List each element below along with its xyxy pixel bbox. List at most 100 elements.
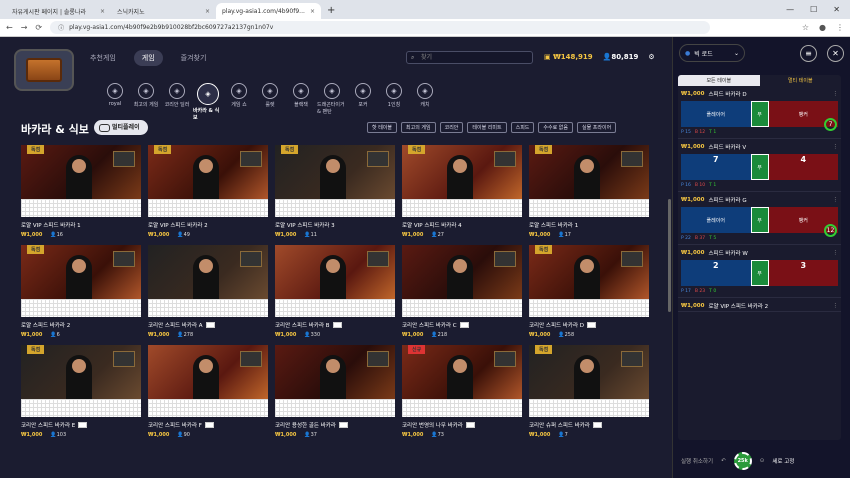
table-thumbnail[interactable] (402, 245, 522, 299)
filter-chip[interactable]: 테이블 리미트 (467, 122, 507, 133)
filter-chip[interactable]: 핫 테이블 (367, 122, 397, 133)
category-item[interactable]: ◈ 게임 쇼 (224, 83, 254, 121)
multiplay-toggle[interactable]: 멀티플레이 (94, 120, 148, 135)
table-thumbnail[interactable]: 독점 (402, 145, 522, 199)
filter-chip[interactable]: 코리안 (439, 122, 464, 133)
table-thumbnail[interactable]: 독점 (529, 245, 649, 299)
table-card[interactable]: 독점 로얄 스피드 바카라 2 ₩1,000 👤6 (21, 245, 141, 345)
player-bet-area[interactable]: 플레이어 (681, 207, 751, 233)
filter-chip[interactable]: 실물 프라이어 (577, 122, 617, 133)
player-bet-area[interactable]: 플레이어 (681, 101, 751, 127)
table-thumbnail[interactable]: 독점 (529, 145, 649, 199)
nav-favorites[interactable]: 즐겨찾기 (173, 50, 215, 66)
site-logo[interactable] (14, 49, 74, 91)
table-thumbnail[interactable] (275, 345, 395, 399)
search-input[interactable]: ⌕ 찾기 (406, 51, 533, 64)
table-thumbnail[interactable]: 신규 (402, 345, 522, 399)
profile-icon[interactable]: ● (819, 23, 826, 32)
lock-icon[interactable]: ⊙ (760, 458, 765, 464)
banker-bet-area[interactable]: 3 (768, 260, 838, 286)
road-select[interactable]: ● 빅 로드 ⌄ (679, 44, 745, 62)
table-thumbnail[interactable]: 독점 (21, 145, 141, 199)
banker-bet-area[interactable]: 4 (768, 154, 838, 180)
close-icon[interactable]: × (310, 8, 315, 15)
reload-icon[interactable]: ⟳ (35, 23, 42, 32)
browser-tab-active[interactable]: play.vg-asia1.com/4b90f9... × (216, 3, 321, 19)
table-card[interactable]: 독점 코리안 스피드 바카라 D ₩1,000 👤258 (529, 245, 649, 345)
close-icon[interactable]: × (100, 8, 105, 15)
settings-icon[interactable]: ⚙ (648, 53, 654, 61)
table-thumbnail[interactable] (275, 245, 395, 299)
category-item[interactable]: ◈ 최고의 게임 (131, 83, 161, 121)
table-thumbnail[interactable] (148, 345, 268, 399)
close-icon[interactable]: ✕ (827, 44, 844, 62)
table-card[interactable]: 코리안 스피드 바카라 F ₩1,000 👤90 (148, 345, 268, 445)
table-card[interactable]: 독점 로얄 VIP 스피드 바카라 2 ₩1,000 👤49 (148, 145, 268, 245)
sidebar-row[interactable]: ₩1,000 로얄 VIP 스피드 바카라 2 ⋮ (678, 298, 841, 312)
tie-bet-area[interactable]: 무 (750, 101, 769, 127)
table-card[interactable]: 코리안 스피드 바카라 C ₩1,000 👤218 (402, 245, 522, 345)
sidebar-row[interactable]: ₩1,000 스피드 바카라 W ⋮ 2 무 3 P 17 B 23 T 0 (678, 245, 841, 298)
filter-chip[interactable]: 수수료 없음 (538, 122, 574, 133)
table-card[interactable]: 독점 로얄 VIP 스피드 바카라 3 ₩1,000 👤11 (275, 145, 395, 245)
more-icon[interactable]: ⋮ (833, 91, 839, 97)
category-item[interactable]: ◈ 코리안 딜러 (162, 83, 192, 121)
table-card[interactable]: 코리안 용성한 골든 바카라 ₩1,000 👤37 (275, 345, 395, 445)
back-icon[interactable]: ← (6, 23, 13, 32)
category-item[interactable]: ◈ 룰렛 (255, 83, 285, 121)
table-card[interactable]: 독점 로얄 스피드 바카라 1 ₩1,000 👤17 (529, 145, 649, 245)
url-field[interactable]: ⓘ play.vg-asia1.com/4b90f9e2b9b910028bf2b… (50, 21, 711, 34)
filter-chip[interactable]: 최고의 게임 (401, 122, 436, 133)
player-bet-area[interactable]: 2 (681, 260, 751, 286)
category-item[interactable]: ◈ 드래곤타이거 & 팬탄 (317, 83, 347, 121)
sidebar-row[interactable]: ₩1,000 스피드 바카라 G ⋮ 플레이어 무 뱅커 P 22 B 37 T 5 12 (678, 192, 841, 245)
undo-icon[interactable]: ↶ (721, 458, 726, 464)
table-card[interactable]: 코리안 스피드 바카라 A ₩1,000 👤278 (148, 245, 268, 345)
table-thumbnail[interactable]: 독점 (275, 145, 395, 199)
table-card[interactable]: 독점 코리안 스피드 바카라 E ₩1,000 👤103 (21, 345, 141, 445)
browser-tab[interactable]: 자유게시판 페이지 | 솔롱나라 × (6, 3, 111, 19)
minimize-icon[interactable]: — (786, 5, 794, 14)
table-card[interactable]: 코리안 스피드 바카라 B ₩1,000 👤330 (275, 245, 395, 345)
table-card[interactable]: 독점 코리안 슈퍼 스피드 바카라 ₩1,000 👤7 (529, 345, 649, 445)
category-item[interactable]: ◈ 포커 (348, 83, 378, 121)
more-icon[interactable]: ⋮ (833, 144, 839, 150)
tie-bet-area[interactable]: 무 (750, 260, 769, 286)
plus-icon[interactable]: + (321, 3, 341, 19)
player-bet-area[interactable]: 7 (681, 154, 751, 180)
nav-recommended[interactable]: 추천게임 (82, 50, 124, 66)
more-icon[interactable]: ⋮ (836, 23, 844, 32)
table-card[interactable]: 독점 로얄 VIP 스피드 바카라 4 ₩1,000 👤27 (402, 145, 522, 245)
more-icon[interactable]: ⋮ (833, 250, 839, 256)
more-icon[interactable]: ⋮ (833, 303, 839, 309)
category-item[interactable]: ◈ 바카라 & 식보 (193, 83, 223, 121)
maximize-icon[interactable]: ☐ (810, 5, 817, 14)
star-icon[interactable]: ☆ (802, 23, 809, 32)
sidebar-row[interactable]: ₩1,000 스피드 바카라 V ⋮ 7 무 4 P 16 B 10 T 1 (678, 139, 841, 192)
table-thumbnail[interactable]: 독점 (21, 245, 141, 299)
close-icon[interactable]: × (205, 8, 210, 15)
more-icon[interactable]: ⋮ (833, 197, 839, 203)
category-item[interactable]: ◈ 캐치 (410, 83, 440, 121)
tie-bet-area[interactable]: 무 (750, 207, 769, 233)
category-item[interactable]: ◈ 1인칭 (379, 83, 409, 121)
tie-bet-area[interactable]: 무 (750, 154, 769, 180)
site-info-icon[interactable]: ⓘ (58, 23, 64, 32)
tab-all-tables[interactable]: 모든 테이블 (678, 75, 760, 86)
browser-tab[interactable]: 스닉카지노 × (111, 3, 216, 19)
category-item[interactable]: ◈ 블랙잭 (286, 83, 316, 121)
table-thumbnail[interactable]: 독점 (21, 345, 141, 399)
sidebar-row[interactable]: ₩1,000 스피드 바카라 D ⋮ 플레이어 무 뱅커 P 15 B 12 T 17 (678, 86, 841, 139)
category-item[interactable]: ◈ royal (100, 83, 130, 121)
scrollbar[interactable] (668, 199, 671, 312)
table-thumbnail[interactable] (148, 245, 268, 299)
table-thumbnail[interactable]: 독점 (529, 345, 649, 399)
close-window-icon[interactable]: ✕ (833, 5, 840, 14)
chip-selector[interactable]: 25k (733, 452, 752, 470)
nav-games[interactable]: 게임 (133, 50, 163, 66)
table-thumbnail[interactable]: 독점 (148, 145, 268, 199)
menu-icon[interactable]: ≡ (800, 44, 817, 62)
table-card[interactable]: 신규 코리안 번영의 나무 바카라 ₩1,000 👤73 (402, 345, 522, 445)
forward-icon[interactable]: → (21, 23, 28, 32)
table-card[interactable]: 독점 로얄 VIP 스피드 바카라 1 ₩1,000 👤16 (21, 145, 141, 245)
